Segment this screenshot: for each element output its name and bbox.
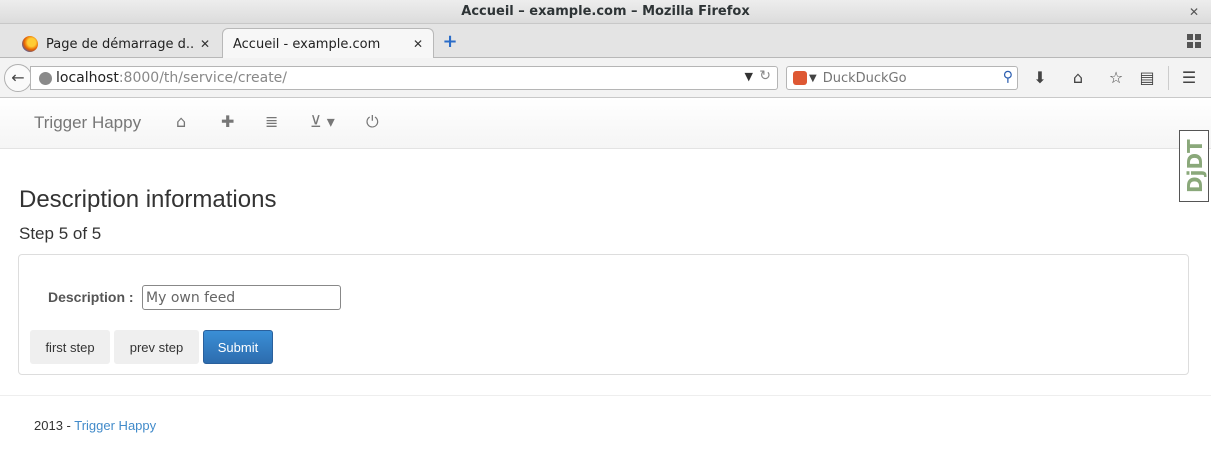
form-panel: Description : first step prev step Submi…: [18, 254, 1189, 375]
back-arrow-icon[interactable]: ←: [4, 64, 32, 92]
djdt-label: DjDT: [1183, 139, 1207, 193]
first-step-button[interactable]: first step: [30, 330, 110, 364]
tab-close-icon[interactable]: ✕: [413, 37, 423, 51]
tab-label: Page de démarrage d...: [46, 36, 194, 52]
reload-icon[interactable]: ↻: [759, 68, 771, 84]
prev-step-button[interactable]: prev step: [114, 330, 199, 364]
download-icon[interactable]: ⬇: [1030, 68, 1050, 88]
globe-icon: [39, 71, 52, 85]
tab-label: Accueil - example.com: [233, 36, 381, 52]
duckduckgo-icon[interactable]: [793, 71, 807, 85]
tab-strip: Page de démarrage d... ✕ Accueil - examp…: [0, 24, 1211, 59]
new-tab-icon[interactable]: +: [442, 33, 458, 51]
app-navbar: Trigger Happy ⌂ ✚ ≣ ⊻ ▾ ⏻: [0, 98, 1211, 149]
list-icon[interactable]: ≣: [265, 112, 278, 131]
page-content: Trigger Happy ⌂ ✚ ≣ ⊻ ▾ ⏻ DjDT Descripti…: [0, 98, 1211, 457]
tab-start-page[interactable]: Page de démarrage d... ✕: [12, 30, 220, 58]
url-bar[interactable]: localhost:8000/th/service/create/ ▼ ↻: [30, 66, 778, 90]
description-label: Description :: [48, 289, 134, 305]
url-host: localhost: [56, 70, 119, 86]
power-icon[interactable]: ⏻: [366, 112, 379, 132]
search-bar[interactable]: ▼ ⚲: [786, 66, 1018, 90]
search-input[interactable]: [822, 70, 993, 86]
tab-close-icon[interactable]: ✕: [200, 37, 210, 51]
menu-icon[interactable]: ☰: [1179, 68, 1199, 88]
home-icon[interactable]: ⌂: [176, 112, 186, 131]
url-text[interactable]: localhost:8000/th/service/create/: [56, 70, 287, 86]
navigation-bar: ← localhost:8000/th/service/create/ ▼ ↻ …: [0, 58, 1211, 98]
bookmark-star-icon[interactable]: ☆: [1106, 68, 1126, 88]
tab-accueil[interactable]: Accueil - example.com ✕: [222, 28, 434, 59]
page-title: Description informations: [19, 186, 277, 213]
submit-button[interactable]: Submit: [203, 330, 273, 364]
url-history-dropdown-icon[interactable]: ▼: [745, 70, 753, 83]
home-icon[interactable]: ⌂: [1068, 68, 1088, 88]
search-engine-dropdown-icon[interactable]: ▼: [809, 73, 817, 84]
footer-link[interactable]: Trigger Happy: [74, 418, 156, 433]
window-title: Accueil – example.com – Mozilla Firefox: [461, 4, 750, 19]
footer-divider: [0, 395, 1211, 396]
window-close-icon[interactable]: ✕: [1185, 3, 1203, 21]
footer-year: 2013 -: [34, 418, 75, 433]
filter-dropdown-icon[interactable]: ⊻ ▾: [310, 112, 335, 131]
tab-groups-icon[interactable]: [1187, 34, 1201, 48]
brand-link[interactable]: Trigger Happy: [34, 113, 141, 133]
bookmarks-menu-icon[interactable]: ▤: [1137, 68, 1157, 88]
django-debug-toolbar-handle[interactable]: DjDT: [1179, 130, 1209, 202]
step-indicator: Step 5 of 5: [19, 224, 102, 243]
url-path: :8000/th/service/create/: [118, 70, 288, 86]
footer: 2013 - Trigger Happy: [34, 418, 156, 433]
firefox-icon: [22, 36, 38, 52]
search-icon[interactable]: ⚲: [1003, 69, 1013, 85]
plus-icon[interactable]: ✚: [221, 112, 234, 131]
window-titlebar: Accueil – example.com – Mozilla Firefox …: [0, 0, 1211, 24]
toolbar-separator: [1168, 66, 1169, 90]
description-input[interactable]: [142, 285, 341, 310]
